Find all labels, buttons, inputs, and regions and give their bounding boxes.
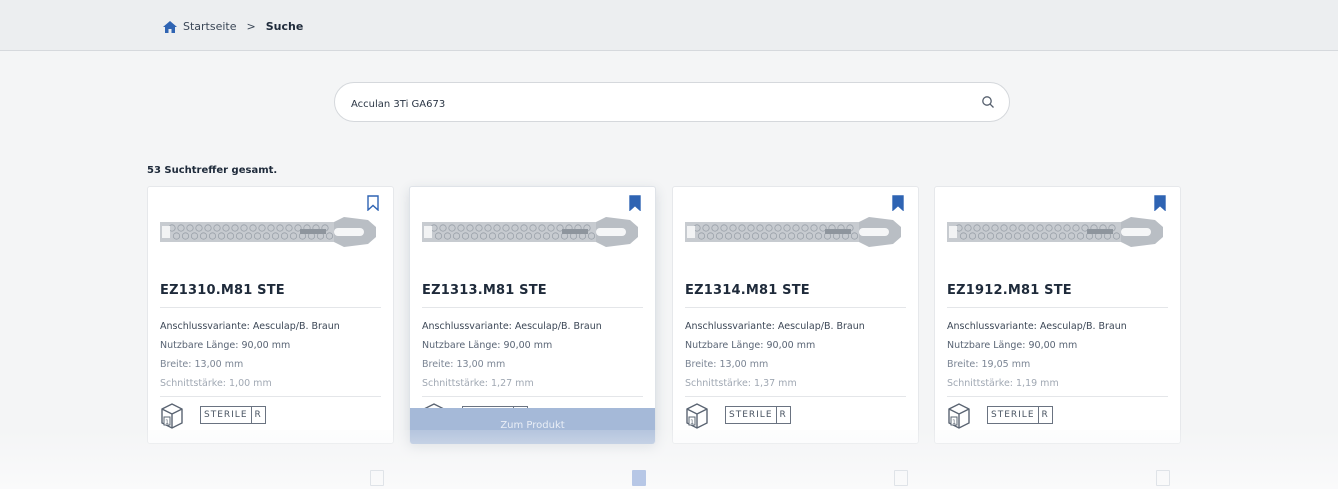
breadcrumb: Startseite > Suche: [163, 20, 303, 33]
breadcrumb-current: Suche: [265, 20, 304, 33]
attr-length: Nutzbare Länge: 90,00 mm: [422, 340, 553, 351]
divider: [685, 307, 906, 308]
divider: [422, 396, 643, 397]
divider: [685, 396, 906, 397]
attr-thickness: Schnittstärke: 1,00 mm: [160, 378, 272, 389]
product-attributes: Anschlussvariante: Aesculap/B. Braun Nut…: [160, 317, 340, 393]
home-icon[interactable]: [163, 20, 177, 33]
product-code[interactable]: EZ1314.M81 STE: [685, 283, 810, 298]
product-badges: 1 STERILE R: [160, 401, 266, 429]
attr-connection: Anschlussvariante: Aesculap/B. Braun: [947, 321, 1127, 332]
sterile-label: STERILE: [201, 407, 252, 423]
saw-blade-image: [947, 217, 1163, 247]
ghost-bookmark-icon: [632, 470, 646, 486]
product-attributes: Anschlussvariante: Aesculap/B. Braun Nut…: [947, 317, 1127, 393]
sterile-r-badge: STERILE R: [987, 406, 1053, 424]
attr-connection: Anschlussvariante: Aesculap/B. Braun: [160, 321, 340, 332]
product-code[interactable]: EZ1313.M81 STE: [422, 283, 547, 298]
search-input[interactable]: [349, 92, 953, 116]
sterile-label: STERILE: [988, 407, 1039, 423]
product-code[interactable]: EZ1912.M81 STE: [947, 283, 1072, 298]
result-count: 53 Suchtreffer gesamt.: [147, 165, 278, 176]
product-card[interactable]: EZ1313.M81 STE Anschlussvariante: Aescul…: [409, 186, 656, 444]
ghost-bookmark-icon: [370, 470, 384, 486]
attr-thickness: Schnittstärke: 1,37 mm: [685, 378, 797, 389]
breadcrumb-separator: >: [246, 20, 256, 33]
divider: [947, 307, 1168, 308]
bookmark-icon[interactable]: [367, 195, 379, 211]
ghost-bookmark-icon: [1156, 470, 1170, 486]
svg-text:1: 1: [952, 419, 956, 426]
package-box-icon: 1: [161, 403, 183, 429]
attr-length: Nutzbare Länge: 90,00 mm: [160, 340, 291, 351]
attr-thickness: Schnittstärke: 1,19 mm: [947, 378, 1059, 389]
svg-text:1: 1: [165, 419, 169, 426]
attr-width: Breite: 13,00 mm: [685, 359, 769, 370]
bookmark-icon[interactable]: [629, 195, 641, 211]
attr-thickness: Schnittstärke: 1,27 mm: [422, 378, 534, 389]
bookmark-icon[interactable]: [892, 195, 904, 211]
attr-length: Nutzbare Länge: 90,00 mm: [685, 340, 816, 351]
package-box-icon: 1: [686, 403, 708, 429]
saw-blade-image: [160, 217, 376, 247]
ghost-bookmark-icon: [894, 470, 908, 486]
bottom-fade: [0, 430, 1338, 489]
svg-text:1: 1: [690, 419, 694, 426]
product-card[interactable]: EZ1912.M81 STE Anschlussvariante: Aescul…: [934, 186, 1181, 444]
divider: [160, 307, 381, 308]
search-icon[interactable]: [981, 95, 995, 109]
top-bar: Startseite > Suche: [0, 0, 1338, 51]
product-badges: 1 STERILE R: [947, 401, 1053, 429]
divider: [160, 396, 381, 397]
attr-connection: Anschlussvariante: Aesculap/B. Braun: [422, 321, 602, 332]
attr-width: Breite: 13,00 mm: [160, 359, 244, 370]
product-card[interactable]: EZ1310.M81 STE Anschlussvariante: Aescul…: [147, 186, 394, 444]
attr-width: Breite: 19,05 mm: [947, 359, 1031, 370]
divider: [947, 396, 1168, 397]
saw-blade-image: [685, 217, 901, 247]
sterile-method: R: [779, 410, 787, 420]
package-box-icon: 1: [948, 403, 970, 429]
sterile-method: R: [1041, 410, 1049, 420]
breadcrumb-home-link[interactable]: Startseite: [183, 20, 237, 33]
bookmark-icon[interactable]: [1154, 195, 1166, 211]
product-badges: 1 STERILE R: [685, 401, 791, 429]
attr-connection: Anschlussvariante: Aesculap/B. Braun: [685, 321, 865, 332]
product-card[interactable]: EZ1314.M81 STE Anschlussvariante: Aescul…: [672, 186, 919, 444]
saw-blade-image: [422, 217, 638, 247]
search-box[interactable]: [334, 82, 1010, 122]
sterile-label: STERILE: [726, 407, 777, 423]
attr-length: Nutzbare Länge: 90,00 mm: [947, 340, 1078, 351]
product-attributes: Anschlussvariante: Aesculap/B. Braun Nut…: [685, 317, 865, 393]
sterile-method: R: [254, 410, 262, 420]
product-attributes: Anschlussvariante: Aesculap/B. Braun Nut…: [422, 317, 602, 393]
sterile-r-badge: STERILE R: [725, 406, 791, 424]
sterile-r-badge: STERILE R: [200, 406, 266, 424]
attr-width: Breite: 13,00 mm: [422, 359, 506, 370]
product-code[interactable]: EZ1310.M81 STE: [160, 283, 285, 298]
divider: [422, 307, 643, 308]
